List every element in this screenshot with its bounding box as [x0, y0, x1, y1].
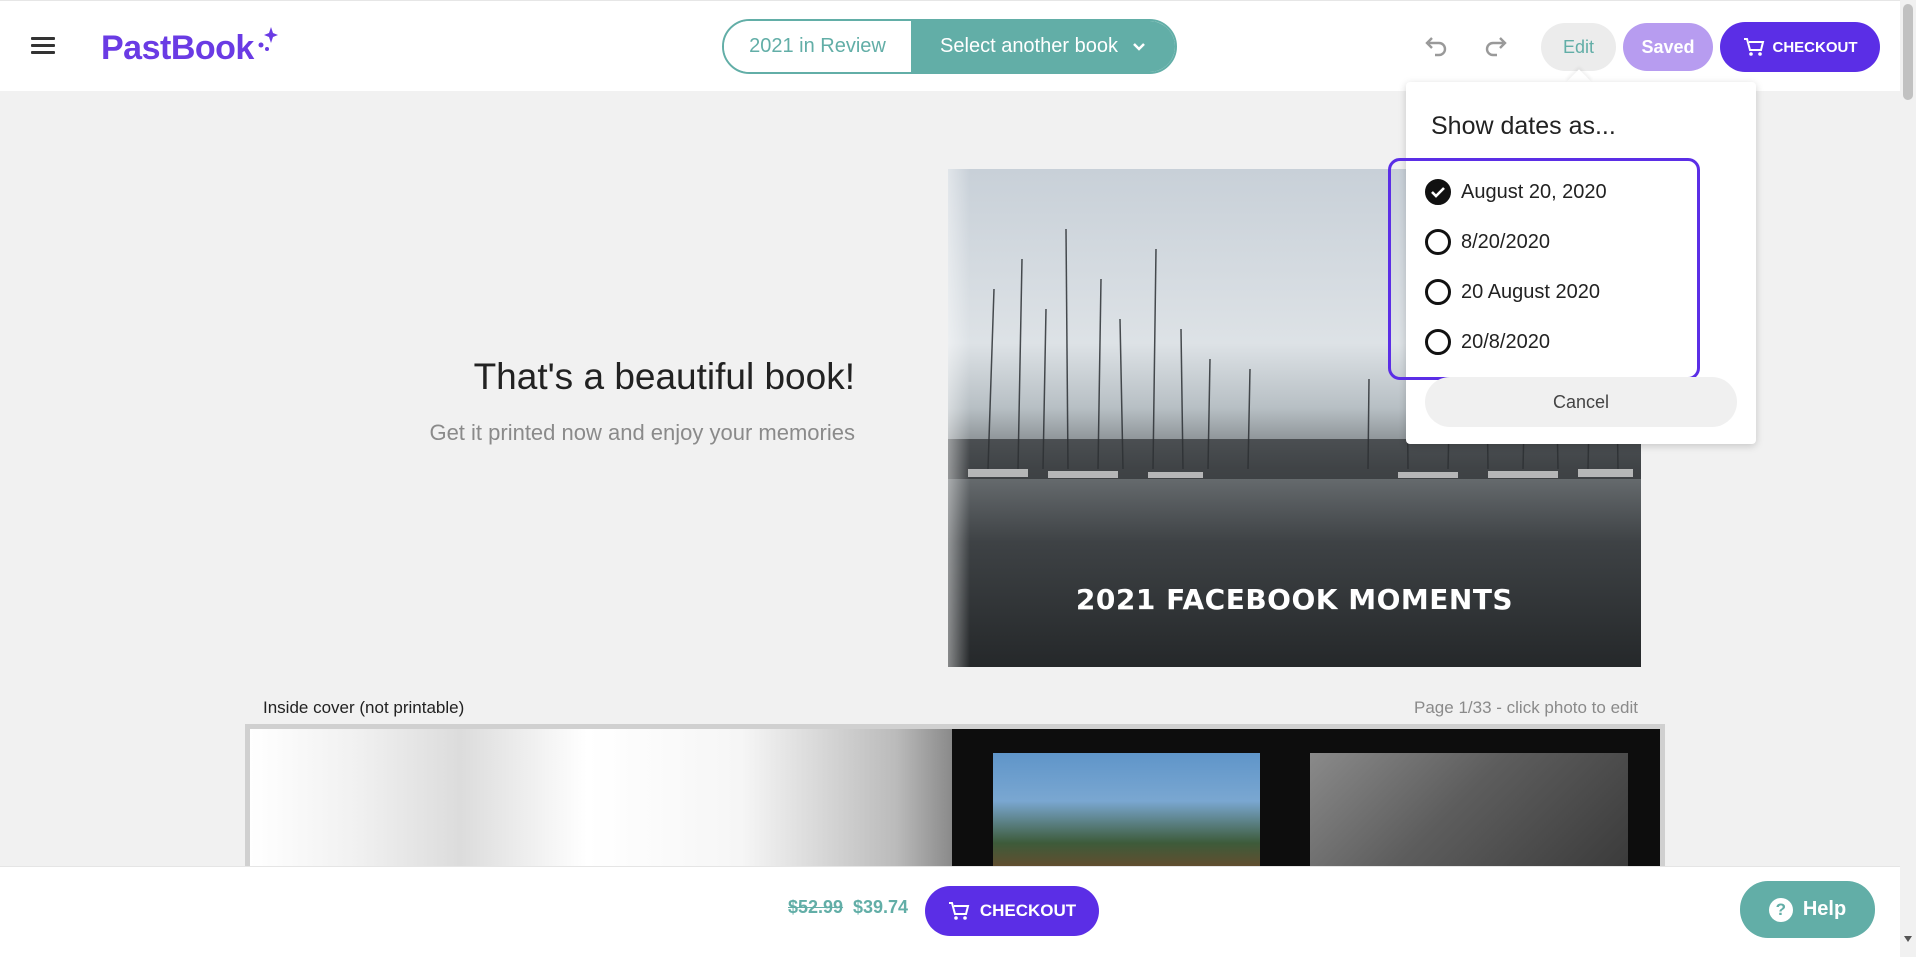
select-another-book-button[interactable]: Select another book [911, 21, 1175, 72]
option-label: 20/8/2020 [1461, 330, 1550, 353]
cover-title: 2021 FACEBOOK MOMENTS [1075, 583, 1514, 616]
scroll-down-arrow[interactable] [1904, 936, 1912, 942]
chevron-down-icon [1133, 42, 1145, 51]
old-price: $52.99 [788, 897, 844, 917]
help-button[interactable]: ? Help [1740, 881, 1875, 938]
select-book-label: Select another book [940, 35, 1118, 57]
page-info: Page 1/33 - click photo to edit [1414, 698, 1638, 717]
top-bar: PastBook 2021 in Review Select another b… [0, 0, 1900, 91]
date-option-1[interactable]: August 20, 2020 [1425, 176, 1607, 208]
hero-subtitle: Get it printed now and enjoy your memori… [429, 420, 855, 445]
logo-text: PastBook [101, 29, 254, 67]
book-spread [245, 724, 1665, 869]
menu-icon[interactable] [31, 37, 55, 55]
saved-button[interactable]: Saved [1623, 23, 1713, 71]
photo-smoke[interactable] [1310, 753, 1628, 869]
page-scrollbar[interactable] [1900, 0, 1916, 956]
inside-cover-label: Inside cover (not printable) [263, 698, 465, 717]
book-switcher: 2021 in Review Select another book [722, 19, 1177, 74]
new-price: $39.74 [853, 897, 909, 917]
redo-icon[interactable] [1483, 35, 1509, 57]
cart-icon [1743, 38, 1764, 56]
date-option-2[interactable]: 8/20/2020 [1425, 226, 1550, 258]
hero-title: That's a beautiful book! [473, 356, 855, 397]
option-label: August 20, 2020 [1461, 180, 1607, 203]
radio-icon [1425, 229, 1451, 255]
pastbook-logo[interactable]: PastBook [101, 23, 278, 73]
cancel-button[interactable]: Cancel [1425, 377, 1737, 427]
date-option-3[interactable]: 20 August 2020 [1425, 276, 1600, 308]
current-book-tab[interactable]: 2021 in Review [724, 21, 911, 72]
sparkle-icon [258, 27, 278, 51]
option-label: 20 August 2020 [1461, 280, 1601, 303]
checked-radio-icon [1425, 179, 1451, 205]
help-label: Help [1802, 898, 1847, 920]
checkout-label-bottom: CHECKOUT [979, 901, 1077, 920]
undo-icon[interactable] [1423, 35, 1449, 57]
scroll-thumb[interactable] [1903, 4, 1913, 100]
edit-button[interactable]: Edit [1541, 23, 1616, 71]
cart-icon [948, 902, 970, 920]
checkout-button-top[interactable]: CHECKOUT [1720, 22, 1880, 72]
radio-icon [1425, 279, 1451, 305]
option-label: 8/20/2020 [1461, 230, 1550, 253]
popover-title: Show dates as... [1431, 112, 1616, 140]
date-option-4[interactable]: 20/8/2020 [1425, 326, 1550, 358]
inside-cover-page [250, 729, 952, 869]
page-one [952, 729, 1660, 869]
question-icon: ? [1768, 897, 1793, 922]
radio-icon [1425, 329, 1451, 355]
checkout-button-bottom[interactable]: CHECKOUT [925, 886, 1099, 936]
checkout-label: CHECKOUT [1772, 38, 1858, 56]
photo-trees[interactable] [993, 753, 1260, 869]
